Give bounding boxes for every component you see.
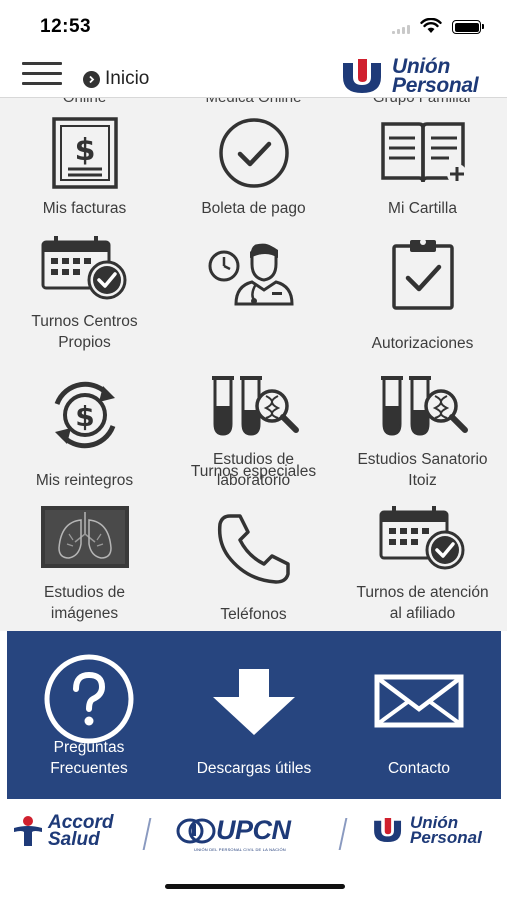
open-book-icon: [338, 116, 507, 190]
upcn-emblem-icon: [176, 818, 216, 843]
tile-label: Autorizaciones: [371, 335, 474, 352]
accord-salud-logo: Accord Salud: [12, 813, 113, 850]
test-tubes-icon: [169, 372, 338, 436]
tile-estudios-de-laboratorio[interactable]: Estudios de laboratorio: [169, 366, 338, 498]
invoice-dollar-icon: $: [0, 116, 169, 190]
calendar-check-icon: [338, 504, 507, 570]
back-label: Inicio: [105, 68, 150, 89]
question-circle-icon: [7, 653, 171, 745]
services-grid: Online Médica Online Grupo Familiar $ Mi…: [0, 98, 507, 631]
doctor-clock-icon: [169, 238, 338, 306]
tile-autorizaciones[interactable]: Autorizaciones: [338, 226, 507, 358]
phone-icon: [169, 510, 338, 586]
union-personal-emblem-icon: [374, 817, 402, 843]
faq-button[interactable]: Preguntas Frecuentes: [7, 631, 171, 799]
tile-label: Estudios de laboratorio: [213, 451, 294, 489]
union-personal-footer-logo: Unión Personal: [372, 814, 482, 847]
tile-boleta-de-pago[interactable]: Boleta de pago: [169, 98, 338, 226]
contact-button[interactable]: Contacto: [337, 631, 501, 799]
tile-turnos-centros-propios[interactable]: Turnos Centros Propios: [0, 226, 169, 358]
brand-line2: Personal: [392, 74, 479, 97]
svg-text:$: $: [74, 133, 95, 168]
test-tubes-icon: [338, 372, 507, 436]
tile-label: Estudios de imágenes: [44, 584, 125, 622]
union-personal-emblem-icon: [343, 59, 381, 93]
status-time: 12:53: [40, 16, 92, 37]
tile-label: Boleta de pago: [201, 200, 306, 217]
clipboard-check-icon: [338, 236, 507, 312]
check-circle-icon: [169, 116, 338, 190]
tile-mi-cartilla[interactable]: Mi Cartilla: [338, 98, 507, 226]
upcn-wordmark: UPCN: [216, 815, 291, 845]
tile-estudios-sanatorio-itoiz[interactable]: Estudios Sanatorio Itoiz: [338, 366, 507, 498]
tile-label: Mi Cartilla: [388, 200, 457, 217]
tile-label: Teléfonos: [220, 606, 287, 623]
back-to-home-link[interactable]: Inicio: [83, 68, 149, 90]
tile-mis-facturas[interactable]: $ Mis facturas: [0, 98, 169, 226]
quick-actions-bar: Preguntas Frecuentes Descargas útiles Co…: [7, 631, 501, 799]
tile-label: Mis reintegros: [35, 472, 134, 489]
accord-figure-icon: [14, 816, 42, 846]
wifi-icon: [420, 18, 442, 33]
downloads-button[interactable]: Descargas útiles: [172, 631, 336, 799]
up-line2: Personal: [410, 828, 482, 847]
calendar-check-icon: [0, 234, 169, 300]
tile-telefonos[interactable]: Teléfonos: [169, 498, 338, 631]
home-indicator[interactable]: [165, 884, 345, 889]
tile-label: Turnos Centros Propios: [31, 313, 138, 351]
tile-label: Estudios Sanatorio Itoiz: [357, 451, 488, 489]
tile-label: Turnos de atención al afiliado: [356, 584, 489, 622]
upcn-logo: UPCN UNIÓN DEL PERSONAL CIVIL DE LA NACI…: [176, 815, 291, 852]
xray-lungs-icon: [0, 504, 169, 570]
status-bar: 12:53: [0, 0, 507, 52]
chevron-right-icon: [83, 70, 100, 88]
accord-line2: Salud: [48, 829, 100, 850]
cellular-signal-icon: [392, 25, 412, 34]
tile-turnos-de-atencion-al-afiliado[interactable]: Turnos de atención al afiliado: [338, 498, 507, 631]
action-label: Preguntas Frecuentes: [50, 739, 128, 777]
dollar-refresh-icon: $: [0, 374, 169, 456]
tile-turnos-especiales[interactable]: Turnos especiales: [169, 226, 338, 480]
tile-label: Mis facturas: [42, 200, 127, 217]
tile-mis-reintegros[interactable]: $ Mis reintegros: [0, 366, 169, 498]
menu-icon[interactable]: [22, 62, 62, 88]
action-label: Descargas útiles: [196, 760, 312, 777]
action-label: Contacto: [387, 760, 451, 777]
battery-icon: [452, 20, 484, 34]
upcn-tagline: UNIÓN DEL PERSONAL CIVIL DE LA NACIÓN: [194, 847, 286, 852]
app-header: Inicio Unión Personal: [0, 52, 507, 98]
envelope-icon: [337, 673, 501, 729]
tile-estudios-de-imagenes[interactable]: Estudios de imágenes: [0, 498, 169, 631]
svg-text:$: $: [75, 400, 94, 433]
download-arrow-icon: [172, 667, 336, 737]
union-personal-logo: Unión Personal: [340, 56, 479, 97]
